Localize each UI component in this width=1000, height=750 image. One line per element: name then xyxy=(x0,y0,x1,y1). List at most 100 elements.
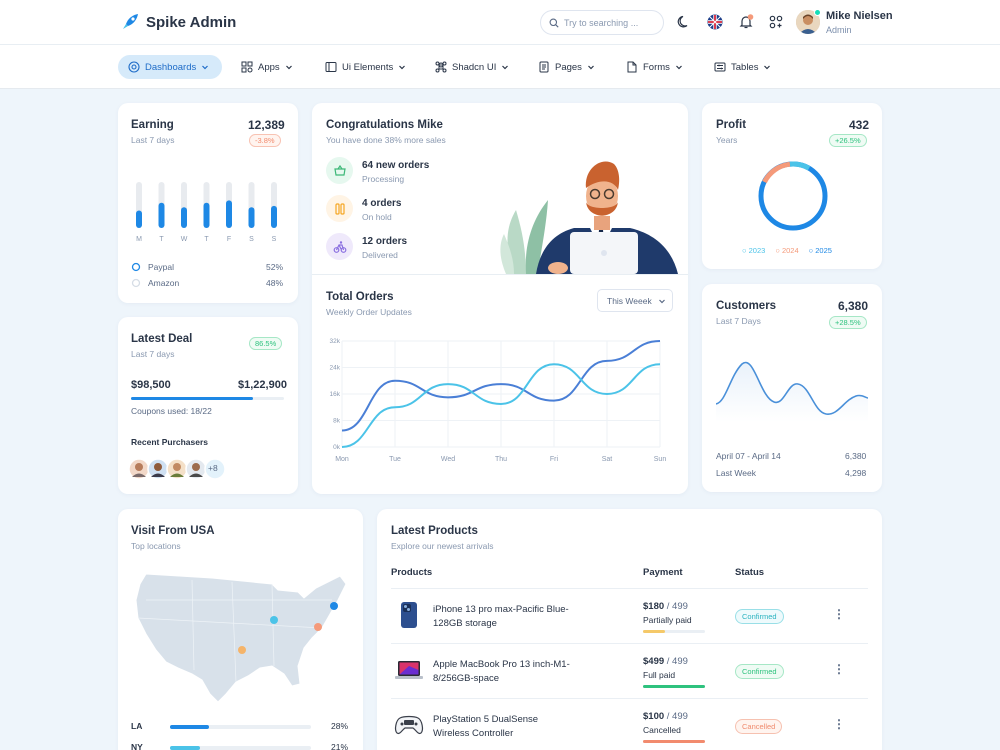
legend-amazon-label: Amazon xyxy=(148,278,180,288)
customers-subtitle: Last 7 Days xyxy=(716,316,761,326)
state-ny-bar xyxy=(170,746,311,750)
x-tick-label: Fri xyxy=(550,456,559,463)
page-icon xyxy=(539,61,549,73)
earning-bar xyxy=(271,205,277,228)
more-purchasers[interactable]: +8 xyxy=(208,463,218,473)
total-orders-title: Total Orders xyxy=(326,291,394,303)
form-icon xyxy=(627,61,637,73)
customers-last-label: Last Week xyxy=(716,468,757,478)
bike-icon xyxy=(333,240,346,253)
amazon-legend-icon xyxy=(131,278,141,288)
uk-flag-icon[interactable] xyxy=(707,14,723,30)
header-divider xyxy=(391,588,868,589)
deal-title: Latest Deal xyxy=(131,333,193,345)
layers-icon xyxy=(325,62,337,72)
legend-paypal-label: Paypal xyxy=(148,262,174,272)
chevron-down-icon xyxy=(285,65,292,70)
row-menu-button[interactable]: ⋮ xyxy=(833,608,845,620)
nav-ui-elements[interactable]: Ui Elements xyxy=(325,55,406,79)
payment-status: Partially paid xyxy=(643,615,692,625)
product-price: $499 / 499 xyxy=(643,656,688,667)
bell-icon[interactable] xyxy=(738,14,754,30)
visit-subtitle: Top locations xyxy=(131,541,181,551)
product-name[interactable]: iPhone 13 pro max-Pacific Blue-128GB sto… xyxy=(433,603,573,631)
row-menu-button[interactable]: ⋮ xyxy=(833,663,845,675)
earning-day-label: F xyxy=(227,236,231,243)
state-ny-fill xyxy=(170,746,200,750)
col-products: Products xyxy=(391,567,433,578)
delivered-icon-wrap xyxy=(326,233,353,260)
earning-bar xyxy=(203,202,210,228)
payment-bar xyxy=(643,685,705,688)
apps-icon[interactable] xyxy=(768,14,784,30)
deal-badge: 86.5% xyxy=(249,337,283,350)
chevron-down-icon xyxy=(399,65,406,70)
nav-label: Pages xyxy=(555,61,582,73)
customers-badge: +28.5% xyxy=(829,316,867,329)
product-image xyxy=(394,600,424,630)
usa-map xyxy=(135,573,347,703)
chevron-down-icon xyxy=(675,65,682,70)
x-tick-label: Wed xyxy=(441,456,455,463)
brand-logo[interactable]: Spike Admin xyxy=(120,12,236,32)
legend-2024: ○ 2024 xyxy=(775,246,799,255)
nav-dashboards[interactable]: Dashboards xyxy=(118,55,222,79)
orders-hold-title: 4 orders xyxy=(362,198,402,209)
customers-title: Customers xyxy=(716,300,777,312)
user-role: Admin xyxy=(826,25,852,35)
y-tick-label: 0k xyxy=(333,444,341,451)
nav-pages[interactable]: Pages xyxy=(538,55,595,79)
x-tick-label: Tue xyxy=(389,456,401,463)
status-badge: Cancelled xyxy=(735,719,783,734)
total-orders-subtitle: Weekly Order Updates xyxy=(326,307,412,317)
customers-period: April 07 - April 14 xyxy=(716,451,781,461)
search-box[interactable] xyxy=(540,10,664,35)
payment-bar-fill xyxy=(643,740,705,743)
product-image xyxy=(394,655,424,685)
product-name[interactable]: Apple MacBook Pro 13 inch-M1-8/256GB-spa… xyxy=(433,658,573,686)
command-icon xyxy=(435,61,447,73)
state-la-fill xyxy=(170,725,210,729)
product-price: $180 / 499 xyxy=(643,601,688,612)
payment-status: Full paid xyxy=(643,670,676,680)
brand-name: Spike Admin xyxy=(146,13,237,31)
earning-bar xyxy=(226,200,232,228)
x-tick-label: Mon xyxy=(335,456,349,463)
row-menu-button[interactable]: ⋮ xyxy=(833,718,845,730)
deal-progress-fill xyxy=(131,397,254,400)
nav-shadcn-ui[interactable]: Shadcn UI xyxy=(435,55,509,79)
row-divider xyxy=(391,698,868,699)
profit-subtitle: Years xyxy=(716,135,738,145)
nav-label: Ui Elements xyxy=(342,61,394,73)
moon-icon[interactable] xyxy=(676,14,692,30)
x-tick-label: Sat xyxy=(602,456,613,463)
price-paid: $100 xyxy=(643,711,665,722)
price-paid: $499 xyxy=(643,656,665,667)
nav-label: Apps xyxy=(258,61,280,73)
coupons-used: Coupons used: 18/22 xyxy=(131,406,212,416)
user-name: Mike Nielsen xyxy=(826,10,893,22)
nav-apps[interactable]: Apps xyxy=(241,55,293,79)
x-tick-label: Sun xyxy=(654,456,667,463)
nav-forms[interactable]: Forms xyxy=(626,55,683,79)
earning-day-label: S xyxy=(272,236,277,243)
gamepad-icon xyxy=(394,715,424,735)
profit-legend: ○ 2023 ○ 2024 ○ 2025 xyxy=(742,246,832,255)
period-select[interactable]: This Weeek xyxy=(597,289,673,312)
earning-day-label: T xyxy=(204,236,209,243)
laptop-icon xyxy=(395,661,423,679)
customers-period-value: 6,380 xyxy=(845,451,867,461)
y-tick-label: 16k xyxy=(330,391,341,398)
nav-label: Shadcn UI xyxy=(452,61,497,73)
top-bar: Spike Admin Mike Nielsen Admin xyxy=(0,0,1000,45)
search-input[interactable] xyxy=(564,17,654,28)
nav-tables[interactable]: Tables xyxy=(714,55,771,79)
product-price: $100 / 499 xyxy=(643,711,688,722)
y-tick-label: 8k xyxy=(333,418,341,425)
y-tick-label: 32k xyxy=(330,338,341,345)
phone-icon xyxy=(401,602,417,628)
product-name[interactable]: PlayStation 5 DualSense Wireless Control… xyxy=(433,713,573,741)
chevron-down-icon xyxy=(764,65,771,70)
price-total: / 499 xyxy=(664,711,688,722)
legend-2023: ○ 2023 xyxy=(742,246,766,255)
